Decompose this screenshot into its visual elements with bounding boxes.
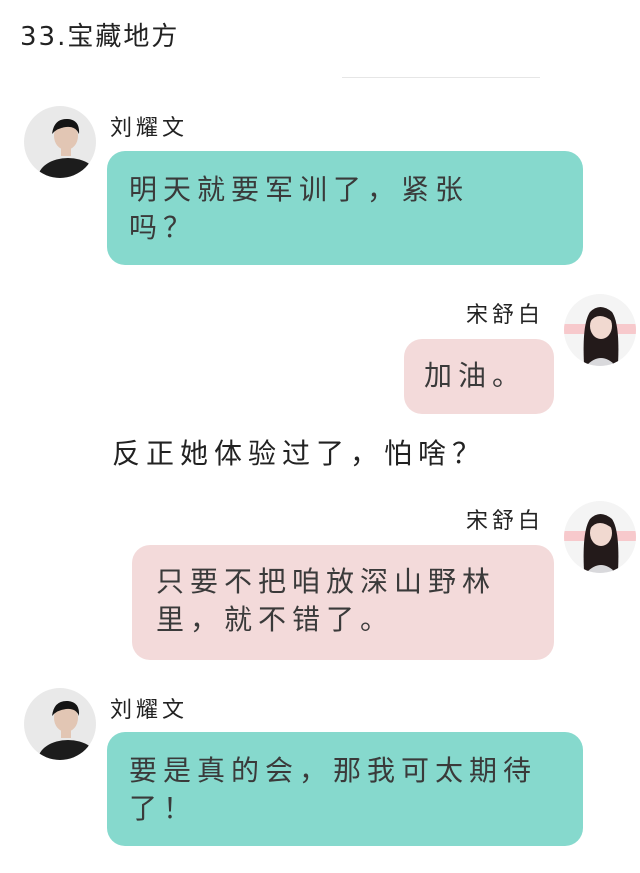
divider xyxy=(342,77,540,78)
girl-avatar-icon xyxy=(564,294,636,366)
message-bubble: 明天就要军训了，紧张吗？ xyxy=(107,151,583,265)
avatar-liu-yaowen[interactable] xyxy=(24,688,96,760)
avatar-song-shubai[interactable] xyxy=(564,294,636,366)
boy-avatar-icon xyxy=(24,106,96,178)
narration-text: 反正她体验过了，怕啥？ xyxy=(112,437,487,470)
sender-name: 宋舒白 xyxy=(466,303,545,328)
message-bubble: 加油。 xyxy=(404,339,554,414)
sender-name: 刘耀文 xyxy=(110,698,189,723)
girl-avatar-icon xyxy=(564,501,636,573)
avatar-song-shubai[interactable] xyxy=(564,501,636,573)
message-bubble: 只要不把咱放深山野林里，就不错了。 xyxy=(132,545,554,660)
message-bubble: 要是真的会，那我可太期待了！ xyxy=(107,732,583,846)
boy-avatar-icon xyxy=(24,688,96,760)
sender-name: 刘耀文 xyxy=(110,116,189,141)
page-title: 33.宝藏地方 xyxy=(20,22,180,52)
avatar-liu-yaowen[interactable] xyxy=(24,106,96,178)
sender-name: 宋舒白 xyxy=(466,509,545,534)
